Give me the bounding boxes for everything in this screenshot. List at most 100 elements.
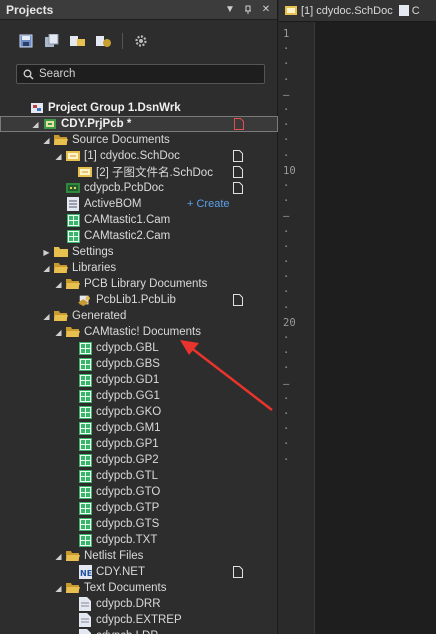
line-number: · bbox=[283, 149, 290, 162]
tree-item-label: Generated bbox=[72, 310, 127, 322]
tree-item[interactable]: cdypcb.GM1 bbox=[0, 420, 278, 436]
tree-item[interactable]: ◢ Generated bbox=[0, 308, 278, 324]
gear-icon[interactable] bbox=[131, 31, 151, 51]
project-options-icon[interactable] bbox=[94, 31, 114, 51]
tree-item-label: cdypcb.EXTREP bbox=[96, 614, 182, 626]
tab-second[interactable]: C bbox=[393, 5, 420, 17]
schematic-icon bbox=[78, 165, 92, 179]
collapse-arrow-icon[interactable]: ◢ bbox=[42, 312, 51, 321]
dropdown-icon[interactable]: ▼ bbox=[223, 3, 237, 17]
tree-item[interactable]: cdypcb.GBL bbox=[0, 340, 278, 356]
save-icon[interactable] bbox=[16, 31, 36, 51]
tree-item[interactable]: cdypcb.GG1 bbox=[0, 388, 278, 404]
tree-item[interactable]: ◢ Libraries bbox=[0, 260, 278, 276]
line-number: – bbox=[283, 210, 290, 223]
line-number: · bbox=[283, 240, 290, 253]
document-tab-icon bbox=[398, 5, 409, 16]
tree-item-label: cdypcb.GBL bbox=[96, 342, 159, 354]
tree-item-label: Text Documents bbox=[84, 582, 167, 594]
folder-open-icon bbox=[66, 549, 80, 563]
open-project-icon[interactable] bbox=[68, 31, 88, 51]
collapse-arrow-icon[interactable]: ◢ bbox=[54, 328, 63, 337]
pin-icon[interactable] bbox=[241, 3, 255, 17]
tree-item[interactable]: [2] 子图文件名.SchDoc bbox=[0, 164, 278, 180]
cam-icon bbox=[66, 229, 80, 243]
line-number: · bbox=[283, 438, 290, 451]
cam-icon bbox=[66, 213, 80, 227]
document-status-icon bbox=[233, 166, 243, 178]
tree-item[interactable]: PcbLib1.PcbLib bbox=[0, 292, 278, 308]
tree-item[interactable]: cdypcb.GBS bbox=[0, 356, 278, 372]
tab-schdoc[interactable]: [1] cdydoc.SchDoc bbox=[279, 5, 393, 17]
collapse-arrow-icon[interactable]: ◢ bbox=[31, 120, 40, 129]
tree-item[interactable]: ◢ Source Documents bbox=[0, 132, 278, 148]
gerber-icon bbox=[78, 485, 92, 499]
line-number: · bbox=[283, 286, 290, 299]
editor-area: [1] cdydoc.SchDoc C 1 · · · – · · · · 10 · · – · · · · · ·… bbox=[279, 0, 436, 634]
tree-item[interactable]: CAMtastic1.Cam bbox=[0, 212, 278, 228]
tree-item-label: cdypcb.PcbDoc bbox=[84, 182, 164, 194]
text-doc-icon bbox=[78, 613, 92, 627]
tree-item-label: cdypcb.GM1 bbox=[96, 422, 161, 434]
close-icon[interactable]: ✕ bbox=[259, 3, 273, 17]
gerber-icon bbox=[78, 533, 92, 547]
line-number: · bbox=[283, 453, 290, 466]
line-number: · bbox=[283, 408, 290, 420]
panel-header: Projects ▼ ✕ bbox=[0, 0, 277, 20]
tree-item[interactable]: NE CDY.NET bbox=[0, 564, 278, 580]
gerber-icon bbox=[78, 501, 92, 515]
tree-item[interactable]: cdypcb.PcbDoc bbox=[0, 180, 278, 196]
gerber-icon bbox=[78, 517, 92, 531]
tree-item[interactable]: cdypcb.DRR bbox=[0, 596, 278, 612]
tree-item[interactable]: ◢ PCB Library Documents bbox=[0, 276, 278, 292]
folder-open-icon bbox=[66, 581, 80, 595]
collapse-arrow-icon[interactable]: ◢ bbox=[54, 552, 63, 561]
tree-item[interactable]: cdypcb.GTO bbox=[0, 484, 278, 500]
tree-item[interactable]: cdypcb.GP1 bbox=[0, 436, 278, 452]
collapse-arrow-icon[interactable]: ◢ bbox=[54, 152, 63, 161]
tree-item[interactable]: cdypcb.GKO bbox=[0, 404, 278, 420]
line-number: · bbox=[283, 180, 290, 192]
text-doc-icon bbox=[78, 629, 92, 634]
tab-label: C bbox=[411, 4, 420, 17]
collapse-arrow-icon[interactable]: ◢ bbox=[54, 280, 63, 289]
search-placeholder: Search bbox=[39, 68, 76, 80]
editor-tabs: [1] cdydoc.SchDoc C bbox=[279, 0, 436, 22]
tree-item[interactable]: ActiveBOM + Create bbox=[0, 196, 278, 212]
tree-item[interactable]: ◢ Text Documents bbox=[0, 580, 278, 596]
tree-item[interactable]: Project Group 1.DsnWrk bbox=[0, 100, 278, 116]
tree-item[interactable]: CAMtastic2.Cam bbox=[0, 228, 278, 244]
collapse-arrow-icon[interactable]: ◢ bbox=[42, 264, 51, 273]
tree-item[interactable]: cdypcb.GTS bbox=[0, 516, 278, 532]
tree-item[interactable]: ◢ CDY.PrjPcb * bbox=[0, 116, 278, 132]
netlist-icon: NE bbox=[78, 565, 92, 579]
line-number: · bbox=[283, 301, 290, 314]
tree-item[interactable]: ▶ Settings bbox=[0, 244, 278, 260]
tree-item[interactable]: ◢ [1] cdydoc.SchDoc bbox=[0, 148, 278, 164]
schematic-tab-icon bbox=[285, 6, 297, 15]
tree-item[interactable]: cdypcb.LDP bbox=[0, 628, 278, 634]
tree-item[interactable]: ◢ CAMtastic! Documents bbox=[0, 324, 278, 340]
create-bom-link[interactable]: + Create bbox=[187, 198, 230, 210]
collapse-arrow-icon[interactable]: ◢ bbox=[42, 136, 51, 145]
line-number: · bbox=[283, 134, 290, 147]
collapse-arrow-icon[interactable]: ◢ bbox=[54, 584, 63, 593]
expand-arrow-icon[interactable]: ▶ bbox=[42, 248, 51, 257]
save-all-icon[interactable] bbox=[42, 31, 62, 51]
tree-item[interactable]: cdypcb.TXT bbox=[0, 532, 278, 548]
tree-item[interactable]: cdypcb.GTL bbox=[0, 468, 278, 484]
tree-item[interactable]: ◢ Netlist Files bbox=[0, 548, 278, 564]
document-status-icon bbox=[233, 566, 243, 578]
line-number: · bbox=[283, 104, 290, 116]
tree-item-label: Settings bbox=[72, 246, 114, 258]
tree-item-label: cdypcb.GP2 bbox=[96, 454, 159, 466]
tree-item[interactable]: cdypcb.GP2 bbox=[0, 452, 278, 468]
tree-item[interactable]: cdypcb.GD1 bbox=[0, 372, 278, 388]
line-number: · bbox=[283, 119, 290, 132]
search-input[interactable]: Search bbox=[16, 64, 265, 84]
tree-item[interactable]: cdypcb.EXTREP bbox=[0, 612, 278, 628]
tree-item[interactable]: cdypcb.GTP bbox=[0, 500, 278, 516]
